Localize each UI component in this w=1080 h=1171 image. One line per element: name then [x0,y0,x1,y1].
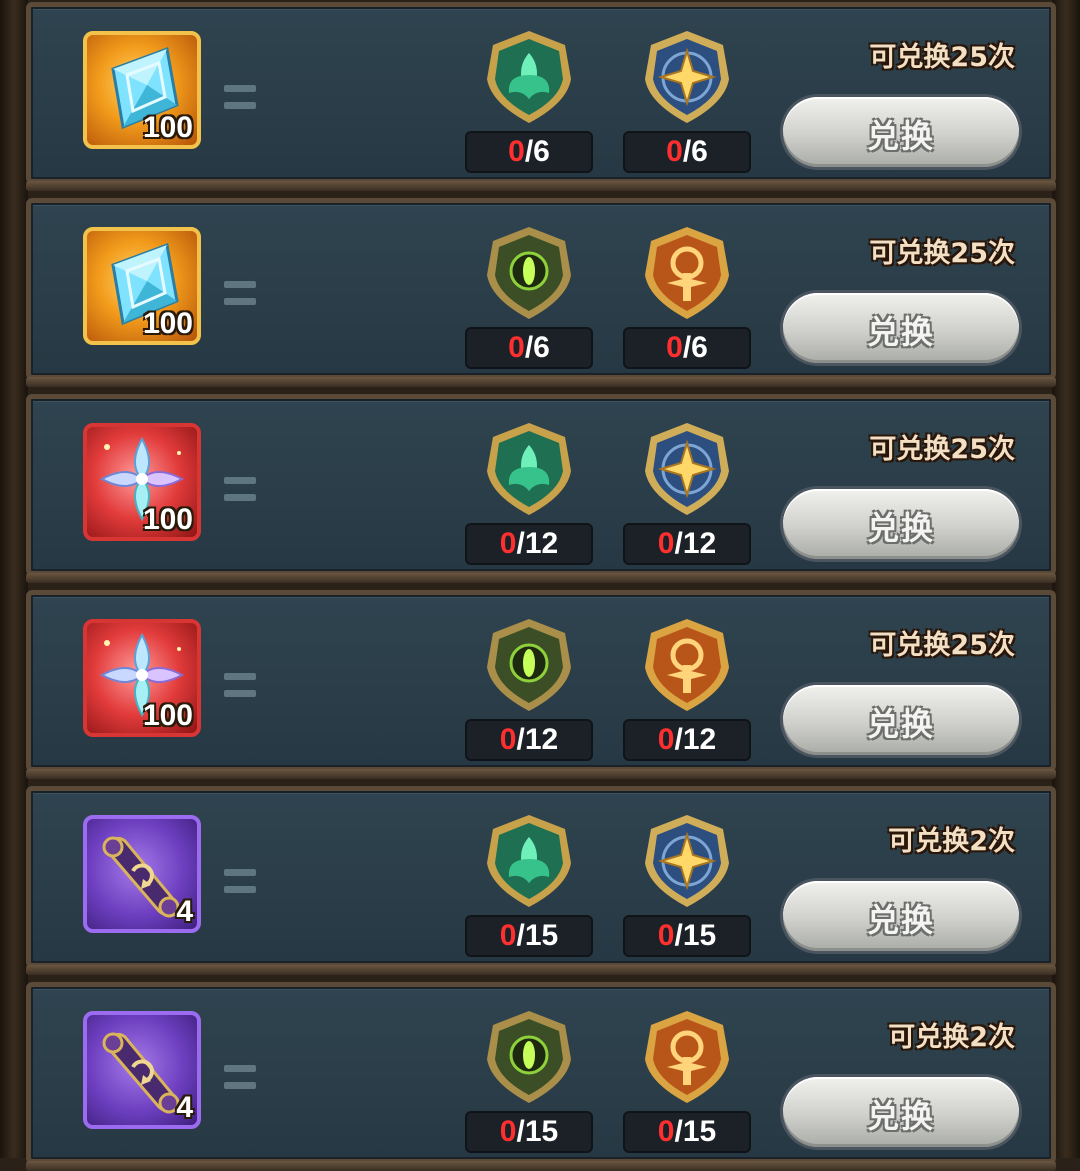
equals-sign [224,85,256,111]
exchange-row: 100 0/12 0/12 可兑换25次 兑换 [26,590,1056,779]
cost-item: 0/15 [465,811,593,961]
exchange-row: 4 0/15 0/15 可兑换2次 兑换 [26,786,1056,975]
exchange-button-label: 兑换 [866,705,935,743]
green-leaf-emblem-icon [487,815,571,907]
cost-count: 0/15 [623,915,751,957]
exchange-limit-text: 可兑换25次 [869,238,1015,269]
left-frame-border [0,0,28,1158]
cost-count: 0/6 [623,131,751,173]
reward-item[interactable]: 100 [83,619,201,737]
cost-count: 0/6 [465,131,593,173]
exchange-row: 100 0/6 0/6 可兑换25次 兑换 [26,2,1056,191]
reward-quantity: 4 [176,895,193,928]
blue-star-emblem-icon [645,31,729,123]
reward-item[interactable]: 100 [83,423,201,541]
exchange-limit-text: 可兑换25次 [869,630,1015,661]
reward-quantity: 4 [176,1091,193,1124]
cost-count: 0/15 [465,1111,593,1153]
cost-item: 0/6 [465,27,593,177]
exchange-limit-text: 可兑换2次 [888,1022,1015,1053]
equals-sign [224,281,256,307]
green-leaf-emblem-icon [487,423,571,515]
cost-count: 0/6 [465,327,593,369]
reward-item[interactable]: 4 [83,1011,201,1129]
right-frame-border [1052,0,1080,1158]
exchange-limit-text: 可兑换25次 [869,42,1015,73]
cost-item: 0/6 [465,223,593,373]
exchange-row: 100 0/12 0/12 可兑换25次 兑换 [26,394,1056,583]
cost-count: 0/12 [465,719,593,761]
orange-sun-emblem-icon [645,227,729,319]
exchange-row: 100 0/6 0/6 可兑换25次 兑换 [26,198,1056,387]
exchange-button[interactable]: 兑换 [783,685,1019,755]
cost-item: 0/15 [623,811,751,961]
exchange-row: 4 0/15 0/15 可兑换2次 兑换 [26,982,1056,1171]
cost-count: 0/12 [623,523,751,565]
reward-item[interactable]: 4 [83,815,201,933]
green-leaf-emblem-icon [487,31,571,123]
exchange-button[interactable]: 兑换 [783,97,1019,167]
reward-item[interactable]: 100 [83,31,201,149]
reward-item[interactable]: 100 [83,227,201,345]
orange-sun-emblem-icon [645,619,729,711]
blue-star-emblem-icon [645,423,729,515]
cost-item: 0/12 [623,615,751,765]
cost-count: 0/15 [623,1111,751,1153]
equals-sign [224,673,256,699]
green-eye-emblem-icon [487,227,571,319]
exchange-button[interactable]: 兑换 [783,1077,1019,1147]
cost-item: 0/15 [465,1007,593,1157]
cost-item: 0/6 [623,27,751,177]
reward-quantity: 100 [142,699,193,732]
exchange-button-label: 兑换 [866,313,935,351]
cost-count: 0/15 [465,915,593,957]
reward-quantity: 100 [142,111,193,144]
exchange-button-label: 兑换 [866,509,935,547]
equals-sign [224,477,256,503]
cost-count: 0/12 [623,719,751,761]
cost-item: 0/12 [465,615,593,765]
cost-item: 0/12 [623,419,751,569]
green-eye-emblem-icon [487,619,571,711]
blue-star-emblem-icon [645,815,729,907]
exchange-button[interactable]: 兑换 [783,489,1019,559]
exchange-limit-text: 可兑换25次 [869,434,1015,465]
cost-item: 0/6 [623,223,751,373]
equals-sign [224,869,256,895]
equals-sign [224,1065,256,1091]
cost-count: 0/6 [623,327,751,369]
green-eye-emblem-icon [487,1011,571,1103]
cost-item: 0/15 [623,1007,751,1157]
exchange-button-label: 兑换 [866,117,935,155]
reward-quantity: 100 [142,503,193,536]
exchange-limit-text: 可兑换2次 [888,826,1015,857]
cost-item: 0/12 [465,419,593,569]
exchange-button-label: 兑换 [866,1097,935,1135]
exchange-button[interactable]: 兑换 [783,293,1019,363]
reward-quantity: 100 [142,307,193,340]
cost-count: 0/12 [465,523,593,565]
exchange-button[interactable]: 兑换 [783,881,1019,951]
exchange-button-label: 兑换 [866,901,935,939]
orange-sun-emblem-icon [645,1011,729,1103]
